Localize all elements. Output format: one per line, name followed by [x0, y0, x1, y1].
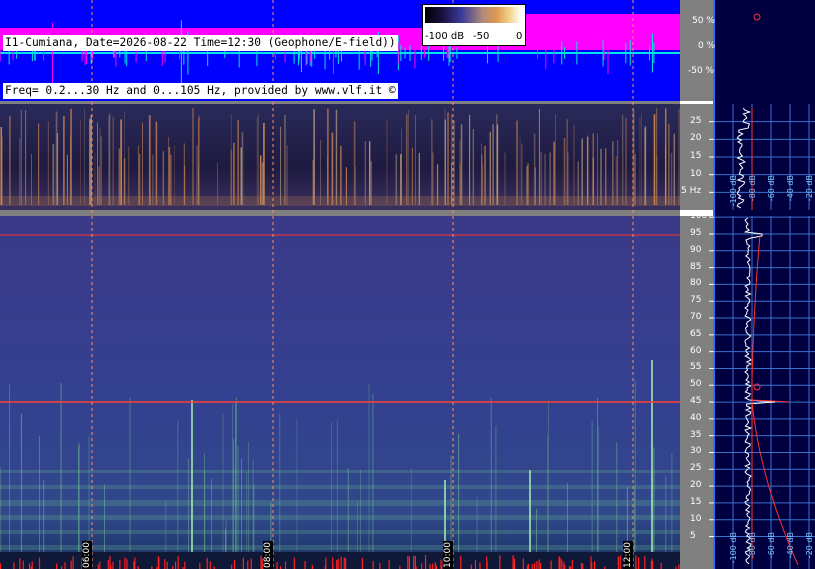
amp-tick-0: 0 %: [698, 41, 716, 51]
main-tick: 80: [690, 278, 702, 289]
side-axis-label-bottom: -40 dB: [786, 532, 795, 559]
header-info: I1-Cumiana, Date=2026-08-22 Time=12:30 (…: [3, 3, 398, 115]
main-tick: 75: [690, 295, 702, 306]
main-tick: 65: [690, 328, 702, 339]
amp-tick-50: 50 %: [692, 16, 715, 26]
side-axis-label-top: -100 dB: [729, 175, 738, 207]
main-band: [0, 545, 680, 550]
main-tick: 85: [690, 261, 702, 272]
side-axis-label-top: -20 dB: [805, 175, 814, 202]
main-tick: 60: [690, 345, 702, 356]
side-axis-label-bottom: -100 dB: [729, 532, 738, 564]
low-tick: 25: [690, 115, 702, 126]
low-band: [0, 196, 680, 206]
low-tick: 10: [690, 168, 702, 179]
colorbar-gradient: [425, 7, 521, 23]
main-band: [0, 500, 680, 506]
header-line-2: Freq= 0.2...30 Hz and 0...105 Hz, provid…: [3, 83, 398, 99]
main-tick: 30: [690, 446, 702, 457]
amp-tick-neg50: -50 %: [688, 66, 715, 76]
time-tick: 12:00: [623, 541, 633, 569]
colorbar-label-min: -100 dB: [425, 31, 465, 42]
main-tick: 45: [690, 396, 702, 407]
time-tick: 06:00: [82, 541, 92, 569]
main-tick: 5: [690, 530, 696, 541]
main-tick: 70: [690, 312, 702, 323]
main-tick: 35: [690, 429, 702, 440]
colorbar-label-mid: -50: [473, 31, 490, 42]
y-axis-sep-1: [680, 101, 714, 104]
spectrogram-bottom-band: [0, 552, 680, 569]
main-band: [0, 485, 680, 489]
separator-2: [0, 210, 680, 216]
colorbar-label-max: 0: [516, 31, 523, 42]
colorbar: -100 dB -50 0: [422, 4, 526, 46]
low-tick: 15: [690, 151, 702, 161]
main-tick: 95: [690, 227, 702, 238]
main-tick: 15: [690, 496, 702, 507]
main-band: [0, 515, 680, 520]
main-tick: 50: [690, 379, 702, 390]
side-axis-label-top: -40 dB: [786, 175, 795, 202]
header-line-1: I1-Cumiana, Date=2026-08-22 Time=12:30 (…: [3, 35, 398, 51]
amplitude-envelope-high: [525, 14, 680, 30]
side-axis-label-bottom: -80 dB: [748, 532, 757, 559]
low-tick: 5 Hz: [681, 186, 702, 197]
main-tick: 100: [690, 211, 708, 222]
main-tick: 90: [690, 244, 702, 255]
side-axis-label-bottom: -60 dB: [767, 532, 776, 559]
side-axis-label-top: -60 dB: [767, 175, 776, 202]
main-band: [0, 470, 680, 473]
main-tick: 20: [690, 480, 702, 491]
low-tick: 20: [690, 133, 702, 144]
side-axis-label-bottom: -20 dB: [805, 532, 814, 559]
main-tick: 55: [690, 362, 702, 373]
main-tick: 10: [690, 513, 702, 524]
time-tick: 10:00: [443, 541, 453, 569]
time-tick: 08:00: [263, 541, 273, 569]
main-band: [0, 530, 680, 534]
main-tick: 40: [690, 412, 702, 423]
main-tick: 25: [690, 463, 702, 474]
side-axis-label-top: -80 dB: [748, 175, 757, 202]
